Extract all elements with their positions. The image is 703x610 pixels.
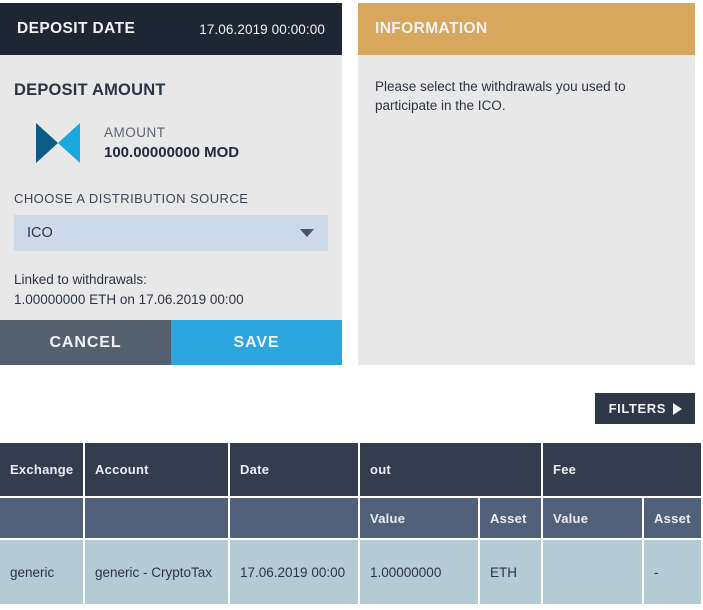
deposit-actions: CANCEL SAVE	[0, 320, 342, 365]
subcol-exchange-blank	[0, 498, 85, 540]
information-panel-header: INFORMATION	[358, 3, 695, 55]
subcol-out-value[interactable]: Value	[360, 498, 480, 540]
col-out[interactable]: out	[360, 443, 543, 498]
filters-button-label: FILTERS	[608, 401, 666, 416]
deposit-date-value: 17.06.2019 00:00:00	[199, 21, 325, 37]
cell-out-value: 1.00000000	[360, 540, 480, 606]
deposit-panel-body: DEPOSIT AMOUNT AMOUNT 100.00000000 MOD C…	[0, 55, 342, 365]
linked-withdrawals-label: Linked to withdrawals:	[14, 272, 147, 287]
col-date[interactable]: Date	[230, 443, 360, 498]
panels-row: DEPOSIT DATE 17.06.2019 00:00:00 DEPOSIT…	[0, 3, 703, 365]
deposit-panel-header: DEPOSIT DATE 17.06.2019 00:00:00	[0, 3, 342, 55]
filters-button[interactable]: FILTERS	[594, 393, 695, 424]
deposit-panel-title: DEPOSIT DATE	[17, 20, 136, 37]
information-panel-body: Please select the withdrawals you used t…	[358, 55, 695, 115]
table-sub-header-row: Value Asset Value Asset	[0, 498, 703, 540]
cell-exchange: generic	[0, 540, 85, 606]
table-row[interactable]: generic generic - CryptoTax 17.06.2019 0…	[0, 540, 703, 606]
distribution-source-select[interactable]: ICO	[14, 215, 328, 251]
filters-bar: FILTERS	[0, 393, 695, 424]
cell-account: generic - CryptoTax	[85, 540, 230, 606]
information-panel-title: INFORMATION	[375, 20, 488, 37]
subcol-fee-asset[interactable]: Asset	[644, 498, 703, 540]
deposit-panel: DEPOSIT DATE 17.06.2019 00:00:00 DEPOSIT…	[0, 3, 342, 365]
cell-fee-value	[543, 540, 644, 606]
cell-fee-asset: -	[644, 540, 703, 606]
distribution-source-value: ICO	[27, 225, 53, 241]
distribution-source-label: CHOOSE A DISTRIBUTION SOURCE	[14, 191, 249, 206]
deposit-amount-row: AMOUNT 100.00000000 MOD	[14, 121, 328, 165]
col-exchange[interactable]: Exchange	[0, 443, 85, 498]
withdrawals-table: Exchange Account Date out Fee Value Asse…	[0, 443, 703, 606]
information-panel: INFORMATION Please select the withdrawal…	[358, 3, 695, 365]
linked-withdrawals-block: Linked to withdrawals: 1.00000000 ETH on…	[14, 270, 328, 310]
mod-token-logo	[36, 123, 80, 163]
deposit-amount-title: DEPOSIT AMOUNT	[14, 81, 166, 99]
col-account[interactable]: Account	[85, 443, 230, 498]
subcol-fee-value[interactable]: Value	[543, 498, 644, 540]
amount-text-block: AMOUNT 100.00000000 MOD	[104, 124, 239, 163]
app-page: DEPOSIT DATE 17.06.2019 00:00:00 DEPOSIT…	[0, 0, 703, 610]
subcol-account-blank	[85, 498, 230, 540]
information-text: Please select the withdrawals you used t…	[375, 79, 626, 113]
cell-date: 17.06.2019 00:00	[230, 540, 360, 606]
cancel-button[interactable]: CANCEL	[0, 320, 171, 365]
col-fee[interactable]: Fee	[543, 443, 703, 498]
linked-withdrawals-value: 1.00000000 ETH on 17.06.2019 00:00	[14, 292, 244, 307]
subcol-date-blank	[230, 498, 360, 540]
cell-out-asset: ETH	[480, 540, 543, 606]
chevron-right-icon	[673, 402, 682, 415]
amount-value: 100.00000000 MOD	[104, 143, 240, 161]
amount-label: AMOUNT	[104, 124, 166, 140]
subcol-out-asset[interactable]: Asset	[480, 498, 543, 540]
chevron-down-icon	[300, 229, 314, 237]
table-group-header-row: Exchange Account Date out Fee	[0, 443, 703, 498]
save-button[interactable]: SAVE	[171, 320, 342, 365]
